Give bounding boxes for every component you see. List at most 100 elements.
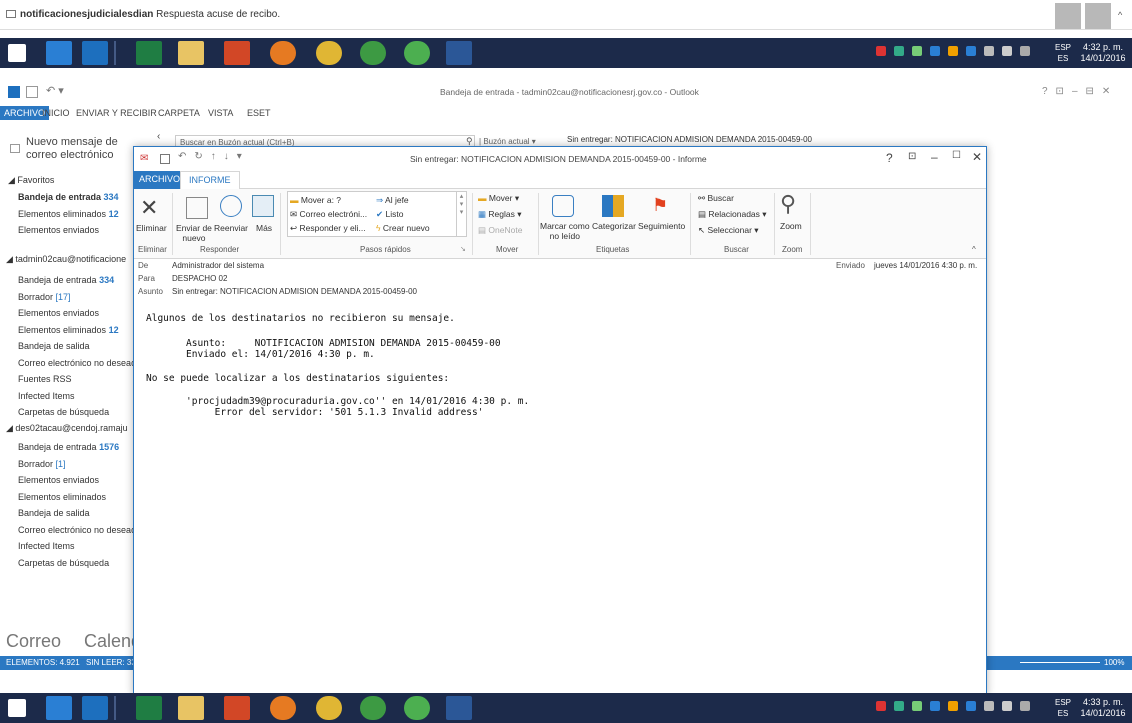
minimize-icon[interactable]: – xyxy=(931,150,938,164)
tray-icon[interactable] xyxy=(876,46,886,56)
notification-bar[interactable]: notificacionesjudicialesdian Respuesta a… xyxy=(0,0,1132,30)
window-controls[interactable]: ?⊡–⊟✕ xyxy=(1042,86,1118,97)
folder-item[interactable]: Bandeja de entrada 334 xyxy=(18,275,114,285)
word-icon[interactable] xyxy=(446,41,472,65)
folder-item[interactable]: Correo electrónico no deseado xyxy=(18,525,141,535)
windows-icon[interactable] xyxy=(8,699,26,717)
app-icon[interactable] xyxy=(360,41,386,65)
outlook-icon[interactable] xyxy=(82,696,108,720)
tray-icon[interactable] xyxy=(1020,46,1030,56)
save-icon[interactable] xyxy=(160,154,170,164)
excel-icon[interactable] xyxy=(136,696,162,720)
language-indicator[interactable]: ESP ES xyxy=(1055,42,1071,64)
fav-deleted[interactable]: Elementos eliminados 12 xyxy=(18,209,119,219)
folder-item[interactable]: Elementos enviados xyxy=(18,308,99,318)
tray-icon[interactable] xyxy=(948,701,958,711)
tray-icon[interactable] xyxy=(930,46,940,56)
folder-item[interactable]: Infected Items xyxy=(18,391,75,401)
fav-inbox[interactable]: Bandeja de entrada 334 xyxy=(18,192,119,202)
search-scope[interactable]: | Buzón actual ▾ xyxy=(479,137,536,146)
tray-icon[interactable] xyxy=(1002,701,1012,711)
tray-icon[interactable] xyxy=(966,701,976,711)
excel-icon[interactable] xyxy=(136,41,162,65)
notification-text[interactable]: notificacionesjudicialesdian Respuesta a… xyxy=(6,9,280,20)
folder-item[interactable]: Elementos eliminados 12 xyxy=(18,325,119,335)
tray-icon[interactable] xyxy=(966,46,976,56)
tray-icon[interactable] xyxy=(1002,46,1012,56)
tab-enviar-recibir[interactable]: ENVIAR Y RECIBIR xyxy=(76,108,157,118)
reglas-button[interactable]: ▦ Reglas ▾ xyxy=(478,209,522,220)
ribbon-display-icon[interactable]: ⊡ xyxy=(908,151,916,162)
folder-item[interactable]: Infected Items xyxy=(18,541,75,551)
seleccionar-button[interactable]: ↖ Seleccionar ▾ xyxy=(698,225,759,236)
tab-informe[interactable]: INFORME xyxy=(180,171,240,190)
account1-header[interactable]: ◢ tadmin02cau@notificacione xyxy=(6,254,126,265)
powerpoint-icon[interactable] xyxy=(224,696,250,720)
relacionadas-button[interactable]: ▤ Relacionadas ▾ xyxy=(698,209,767,220)
message-body[interactable]: Algunos de los destinatarios no recibier… xyxy=(134,299,986,695)
tray-icon[interactable] xyxy=(948,46,958,56)
app2-icon[interactable] xyxy=(404,696,430,720)
tab-eset[interactable]: ESET xyxy=(247,108,271,118)
avatar-secondary[interactable] xyxy=(1085,3,1111,29)
explorer-icon[interactable] xyxy=(178,696,204,720)
explorer-icon[interactable] xyxy=(178,41,204,65)
from-value[interactable]: Administrador del sistema xyxy=(172,261,264,270)
tray-icon[interactable] xyxy=(912,701,922,711)
tray-icon[interactable] xyxy=(894,46,904,56)
folder-item[interactable]: Bandeja de salida xyxy=(18,508,90,518)
folder-item[interactable]: Carpetas de búsqueda xyxy=(18,558,109,568)
marcar-como-button[interactable]: Marcar como no leído xyxy=(540,221,590,241)
avatar[interactable] xyxy=(1055,3,1081,29)
reenviar-button[interactable]: Reenviar xyxy=(214,223,248,233)
buscar-button[interactable]: ⚯ Buscar xyxy=(698,193,734,204)
word-icon[interactable] xyxy=(446,696,472,720)
qs-listo[interactable]: ✔ Listo xyxy=(376,209,403,220)
tray-icon[interactable] xyxy=(912,46,922,56)
flag-icon[interactable]: ⚑ xyxy=(652,195,668,216)
zoom-button[interactable]: Zoom xyxy=(780,221,802,231)
onenote-button[interactable]: ▤ OneNote xyxy=(478,225,522,236)
save-icon[interactable] xyxy=(26,86,38,98)
close-icon[interactable]: ✕ xyxy=(972,150,982,164)
folder-item[interactable]: Carpetas de búsqueda xyxy=(18,407,109,417)
folder-item[interactable]: Elementos eliminados xyxy=(18,492,106,502)
dialog-launcher-icon[interactable]: ↘ xyxy=(460,245,466,253)
enviar-de-nuevo-button[interactable]: Enviar de nuevo xyxy=(176,223,212,243)
folder-item[interactable]: Borrador [1] xyxy=(18,459,66,469)
tab-archivo[interactable]: ARCHIVO xyxy=(134,171,186,189)
qs-correo[interactable]: ✉ Correo electróni... xyxy=(290,209,367,220)
folder-item[interactable]: Bandeja de salida xyxy=(18,341,90,351)
qs-crear-nuevo[interactable]: ϟ Crear nuevo xyxy=(376,223,430,233)
mover-button[interactable]: ▬ Mover ▾ xyxy=(478,193,519,204)
zoom-slider[interactable] xyxy=(1020,662,1100,663)
categorize-icon[interactable] xyxy=(602,195,624,217)
tab-carpeta[interactable]: CARPETA xyxy=(158,108,200,118)
chrome-icon[interactable] xyxy=(316,41,342,65)
tab-vista[interactable]: VISTA xyxy=(208,108,233,118)
account2-header[interactable]: ◢ des02tacau@cendoj.ramaju xyxy=(6,423,128,434)
qs-al-jefe[interactable]: ⇒ Al jefe xyxy=(376,195,409,206)
categorizar-button[interactable]: Categorizar xyxy=(592,221,636,231)
outlook-icon[interactable] xyxy=(82,41,108,65)
forward-icon[interactable] xyxy=(220,195,242,217)
tray-icon[interactable] xyxy=(1020,701,1030,711)
firefox-icon[interactable] xyxy=(270,41,296,65)
powerpoint-icon[interactable] xyxy=(224,41,250,65)
tab-inicio[interactable]: INICIO xyxy=(42,108,70,118)
send-again-icon[interactable] xyxy=(186,197,208,219)
folder-item[interactable]: Fuentes RSS xyxy=(18,374,72,384)
chevron-up-icon[interactable]: ^ xyxy=(1118,10,1122,20)
app2-icon[interactable] xyxy=(404,41,430,65)
collapse-icon[interactable]: ‹ xyxy=(157,131,160,142)
firefox-icon[interactable] xyxy=(270,696,296,720)
clock[interactable]: 4:33 p. m. 14/01/2016 xyxy=(1076,697,1130,719)
collapse-ribbon-icon[interactable]: ^ xyxy=(972,245,976,254)
folder-item[interactable]: Correo electrónico no deseado xyxy=(18,358,141,368)
qs-responder[interactable]: ↩ Responder y eli... xyxy=(290,223,366,234)
new-message-button[interactable]: Nuevo mensaje de correo electrónico xyxy=(26,136,136,162)
delete-icon[interactable]: ✕ xyxy=(140,195,158,221)
tray-icon[interactable] xyxy=(930,701,940,711)
chrome-icon[interactable] xyxy=(316,696,342,720)
to-value[interactable]: DESPACHO 02 xyxy=(172,274,227,283)
